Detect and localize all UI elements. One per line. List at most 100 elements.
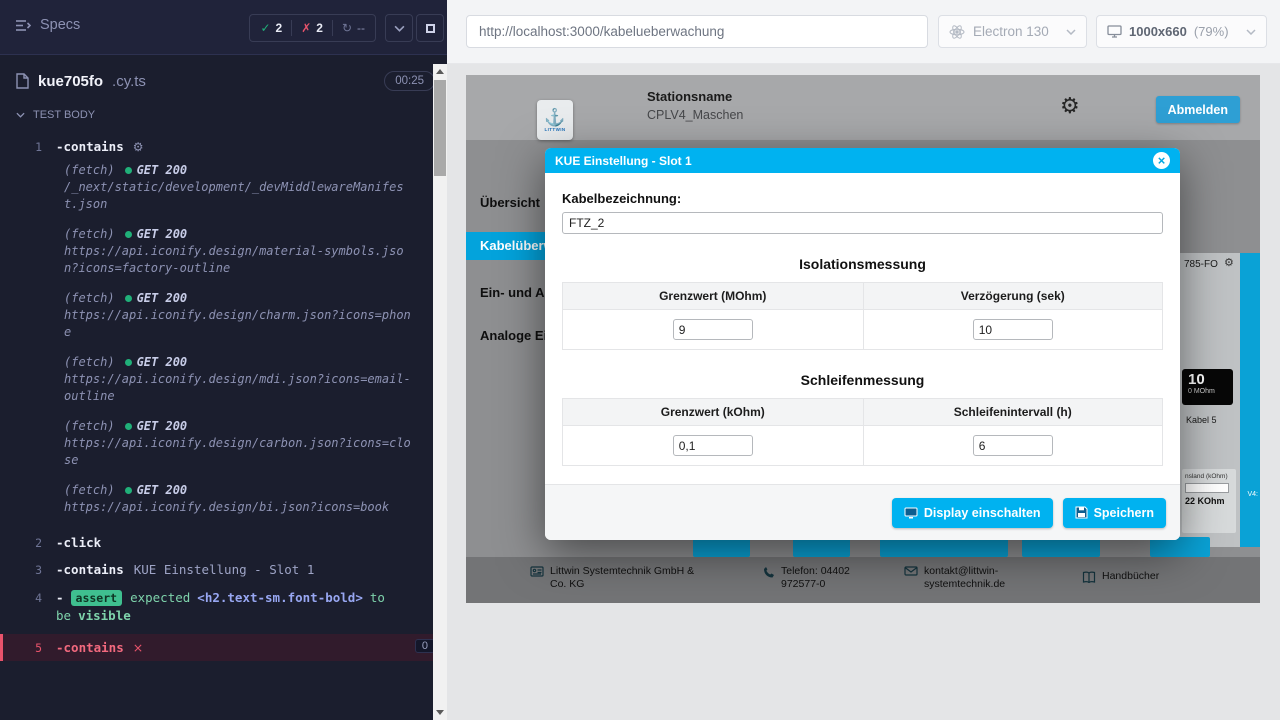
fetch-status: GET 200 bbox=[137, 291, 188, 305]
logout-button[interactable]: Abmelden bbox=[1156, 96, 1240, 123]
col-grenzwert-mohm: Grenzwert (MOhm) bbox=[563, 283, 863, 309]
slot-button-stub[interactable] bbox=[1150, 537, 1210, 557]
loop-input[interactable] bbox=[1185, 483, 1229, 493]
loop-measurement-box: nsland (kOhm) 22 KOhm bbox=[1182, 469, 1236, 533]
command-number: 4 bbox=[0, 591, 56, 605]
fetch-tag: (fetch) bbox=[64, 483, 115, 497]
fetch-url: https://api.iconify.design/mdi.json?icon… bbox=[64, 371, 416, 405]
slot-gear-icon[interactable]: ⚙ bbox=[1224, 256, 1234, 269]
nav-item-uebersicht[interactable]: Übersicht bbox=[480, 195, 540, 210]
stat-failed: ✗2 bbox=[301, 21, 323, 35]
spec-header[interactable]: kue705fo.cy.ts 00:25 bbox=[0, 55, 447, 103]
scrollbar-down-arrow[interactable] bbox=[433, 705, 447, 720]
scrollbar-up-arrow[interactable] bbox=[433, 64, 447, 79]
slot-button-stub[interactable] bbox=[793, 537, 850, 557]
fetch-tag: (fetch) bbox=[64, 419, 115, 433]
fetch-tag: (fetch) bbox=[64, 227, 115, 241]
grenzwert-mohm-input[interactable] bbox=[673, 319, 753, 340]
reporter-scrollbar[interactable] bbox=[433, 64, 447, 720]
envelope-icon bbox=[904, 566, 918, 576]
slot-button-stub[interactable] bbox=[880, 537, 1008, 557]
display-button-label: Display einschalten bbox=[924, 506, 1041, 520]
speichern-button[interactable]: Speichern bbox=[1063, 498, 1166, 528]
x-icon: ✗ bbox=[301, 21, 311, 35]
kabelbezeichnung-input[interactable] bbox=[562, 212, 1163, 234]
grenzwert-kohm-input[interactable] bbox=[673, 435, 753, 456]
status-ok-dot bbox=[125, 487, 132, 494]
slot-button-stub[interactable] bbox=[693, 537, 750, 557]
fetch-url: https://api.iconify.design/carbon.json?i… bbox=[64, 435, 416, 469]
schleifenintervall-input[interactable] bbox=[973, 435, 1053, 456]
reporter-header: Specs ✓2 ✗2 ↻-- bbox=[0, 0, 447, 55]
network-log-entry[interactable]: (fetch)GET 200 https://api.iconify.desig… bbox=[64, 226, 416, 277]
command-row-assert[interactable]: 4 -assertexpected<h2.text-sm.font-bold>t… bbox=[0, 583, 447, 630]
gear-icon: ⚙ bbox=[133, 140, 144, 154]
modal-header: KUE Einstellung - Slot 1 × bbox=[545, 148, 1180, 173]
table-header-row: Grenzwert (kOhm) Schleifenintervall (h) bbox=[563, 399, 1162, 426]
assert-message: -assertexpected<h2.text-sm.font-bold>to … bbox=[56, 589, 406, 624]
failed-count: 2 bbox=[316, 21, 323, 35]
electron-icon bbox=[949, 24, 965, 40]
nav-item-ein-aus[interactable]: Ein- und Au bbox=[480, 285, 552, 300]
save-button-label: Speichern bbox=[1094, 506, 1154, 520]
specs-label: Specs bbox=[40, 17, 80, 33]
stop-button[interactable] bbox=[416, 14, 444, 42]
specs-menu-button[interactable]: Specs bbox=[16, 17, 80, 33]
viewport-selector[interactable]: 1000x660 (79%) bbox=[1096, 15, 1267, 48]
command-log: 1 -contains ⚙ (fetch)GET 200 /_next/stat… bbox=[0, 133, 447, 661]
phone-icon bbox=[762, 566, 775, 579]
settings-gear-icon[interactable]: ⚙ bbox=[1060, 93, 1080, 119]
status-ok-dot bbox=[125, 423, 132, 430]
assert-selector: <h2.text-sm.font-bold> bbox=[197, 590, 363, 605]
fetch-status: GET 200 bbox=[137, 419, 188, 433]
monitor-icon bbox=[1107, 25, 1122, 38]
specs-list-icon bbox=[16, 19, 31, 32]
collapse-button[interactable] bbox=[385, 14, 413, 42]
display-einschalten-button[interactable]: Display einschalten bbox=[892, 498, 1053, 528]
stop-icon bbox=[426, 24, 435, 33]
spec-name: kue705fo bbox=[38, 73, 103, 90]
test-body-section[interactable]: TEST BODY bbox=[0, 103, 447, 125]
verzoegerung-input[interactable] bbox=[973, 319, 1053, 340]
phone-text: Telefon: 04402 972577-0 bbox=[781, 565, 874, 591]
scrollbar-thumb[interactable] bbox=[434, 80, 446, 176]
command-row-failed[interactable]: 5 -contains × 0 bbox=[0, 634, 447, 661]
slot-button-stub[interactable] bbox=[1022, 537, 1100, 557]
divider bbox=[332, 20, 333, 36]
aut-toolbar: Electron 130 1000x660 (79%) bbox=[447, 0, 1280, 64]
network-log-entry[interactable]: (fetch)GET 200 https://api.iconify.desig… bbox=[64, 290, 416, 341]
table-value-row bbox=[563, 426, 1162, 465]
network-log-entry[interactable]: (fetch)GET 200 https://api.iconify.desig… bbox=[64, 482, 416, 516]
fetch-status: GET 200 bbox=[137, 227, 188, 241]
passed-count: 2 bbox=[276, 21, 283, 35]
station-value: CPLV4_Maschen bbox=[647, 108, 743, 122]
network-log-entry[interactable]: (fetch)GET 200 https://api.iconify.desig… bbox=[64, 354, 416, 405]
fetch-tag: (fetch) bbox=[64, 355, 115, 369]
assert-expected: visible bbox=[78, 608, 131, 623]
slot-card-side-rail: V4: bbox=[1240, 253, 1260, 547]
command-row-contains-2[interactable]: 3 -contains KUE Einstellung - Slot 1 bbox=[0, 556, 447, 583]
display-icon bbox=[904, 507, 918, 519]
spec-timer: 00:25 bbox=[384, 71, 435, 91]
col-schleifenintervall: Schleifenintervall (h) bbox=[863, 399, 1163, 425]
url-input[interactable] bbox=[466, 15, 928, 48]
book-icon bbox=[1082, 571, 1096, 583]
arrow-up-icon bbox=[436, 69, 444, 74]
browser-selector[interactable]: Electron 130 bbox=[938, 15, 1087, 48]
command-row-click[interactable]: 2 -click bbox=[0, 529, 447, 556]
test-stats: ✓2 ✗2 ↻-- bbox=[249, 14, 376, 42]
chevron-down-icon bbox=[16, 112, 25, 118]
divider bbox=[291, 20, 292, 36]
footer-manuals-link[interactable]: Handbücher bbox=[1082, 570, 1222, 583]
refresh-icon: ↻ bbox=[342, 21, 352, 35]
close-icon[interactable]: × bbox=[1153, 152, 1170, 169]
logo-text: LITTWIN bbox=[544, 127, 565, 132]
loop-value: 22 KOhm bbox=[1185, 496, 1233, 506]
col-grenzwert-kohm: Grenzwert (kOhm) bbox=[563, 399, 863, 425]
nav-item-analoge[interactable]: Analoge Ei bbox=[480, 328, 547, 343]
network-log-entry[interactable]: (fetch) GET 200 https://api.iconify.desig… bbox=[64, 418, 416, 469]
command-row-contains-1[interactable]: 1 -contains ⚙ bbox=[0, 133, 447, 160]
app-header: ⚓ LITTWIN Stationsname CPLV4_Maschen ⚙ A… bbox=[466, 75, 1260, 140]
col-verzoegerung: Verzögerung (sek) bbox=[863, 283, 1163, 309]
network-log-entry[interactable]: (fetch)GET 200 /_next/static/development… bbox=[64, 162, 416, 213]
